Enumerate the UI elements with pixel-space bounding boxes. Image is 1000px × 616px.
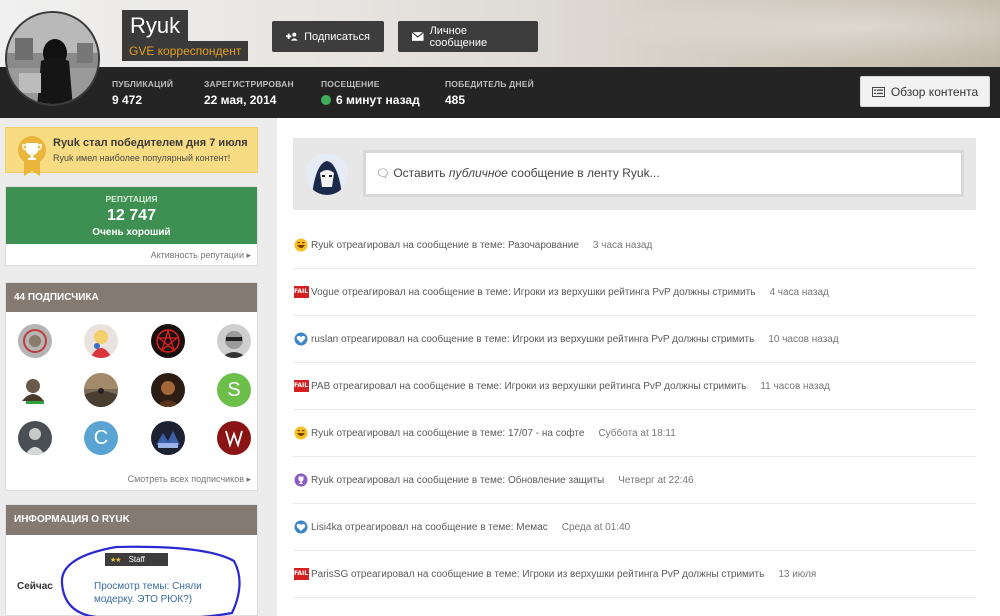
stat-registered: ЗАРЕГИСТРИРОВАН 22 мая, 2014 [204,79,294,107]
reputation-label: РЕПУТАЦИЯ [105,194,158,204]
reputation-card: РЕПУТАЦИЯ 12 747 Очень хороший Активност… [5,186,258,266]
feed-item[interactable]: Ryuk отреагировал на сообщение в теме: Р… [293,222,976,269]
follower-avatar[interactable] [217,421,251,455]
follower-avatar[interactable] [18,324,52,358]
follower-avatar[interactable] [84,373,118,407]
see-all-followers-link[interactable]: Смотреть всех подписчиков ▸ [128,474,251,485]
profile-avatar[interactable] [5,11,100,106]
follower-avatar[interactable] [84,324,118,358]
online-status-icon [321,95,331,105]
reputation-activity-link[interactable]: Активность репутации ▸ [6,244,257,261]
feed-item[interactable]: Lisi4ka отреагировал на сообщение в теме… [293,504,976,551]
feed-time: 13 июля [778,568,817,580]
status-composer: 🗨 Оставить публичное сообщение в ленту R… [293,138,976,210]
trophy-icon [18,136,46,176]
compose-prefix: Оставить [393,166,449,180]
stat-last-visit-value: 6 минут назад [336,93,420,107]
private-message-button[interactable]: Личное сообщение [398,21,538,52]
feed-item[interactable]: FAIL ParisSG отреагировал на сообщение в… [293,551,976,598]
staff-stars: ★★ [110,556,122,564]
followers-card: 44 ПОДПИСЧИКА S C Смотреть всех подписчи… [5,282,258,491]
feed-time: Четверг at 22:46 [618,474,694,486]
stat-last-visit-key: ПОСЕЩЕНИЕ [321,79,380,89]
follower-avatar[interactable] [151,421,185,455]
stat-registered-key: ЗАРЕГИСТРИРОВАН [204,79,294,89]
feed-text: ParisSG отреагировал на сообщение в теме… [311,568,765,580]
stat-posts: ПУБЛИКАЦИЙ 9 472 [112,79,173,107]
feed-text: Ryuk отреагировал на сообщение в теме: 1… [311,427,585,439]
follow-button-label: Подписаться [304,30,370,43]
staff-badge-label: Staff [128,555,145,564]
follower-avatar[interactable] [18,373,52,407]
private-message-label: Личное сообщение [429,24,488,49]
feed-item[interactable]: Ryuk отреагировал на сообщение в теме: О… [293,457,976,504]
stat-last-visit: ПОСЕЩЕНИЕ 6 минут назад [321,79,420,107]
compose-italic: публичное [448,166,508,180]
stat-day-winner-value: 485 [445,93,466,107]
feed-item[interactable]: FAIL Vogue отреагировал на сообщение в т… [293,269,976,316]
followers-title: 44 ПОДПИСЧИКА [6,283,257,312]
like-reaction-icon [293,519,309,535]
profile-rank: GVE корреспондент [122,41,249,61]
fail-reaction-icon: FAIL [293,378,309,394]
feed-text: Ryuk отреагировал на сообщение в теме: Р… [311,239,579,251]
list-icon [871,86,885,97]
activity-stream: 🗨 Оставить публичное сообщение в ленту R… [277,118,1000,616]
reputation-value: 12 747 [107,207,156,224]
follower-avatar[interactable]: S [217,373,251,407]
reputation-description: Очень хороший [92,227,171,238]
now-label: Сейчас [17,581,53,592]
day-winner-title: Ryuk стал победителем дня 7 июля [53,137,248,149]
stat-posts-value: 9 472 [112,93,143,107]
reputation-panel: РЕПУТАЦИЯ 12 747 Очень хороший [6,187,257,244]
trophy-reaction-icon [293,472,309,488]
feed-time: 10 часов назад [768,333,839,345]
feed-time: 3 часа назад [592,239,653,251]
laugh-reaction-icon [293,237,309,253]
day-winner-card: Ryuk стал победителем дня 7 июля Ryuk им… [5,127,258,176]
laugh-reaction-icon [293,425,309,441]
about-card: ИНФОРМАЦИЯ О RYUK ★★ Staff Сейчас Просмо… [5,504,258,616]
feed-time: Среда at 01:40 [561,521,631,533]
follower-avatar[interactable] [217,324,251,358]
user-plus-icon [286,32,298,41]
envelope-icon [412,32,424,41]
compose-suffix: сообщение в ленту Ryuk... [507,166,660,180]
stat-registered-value: 22 мая, 2014 [204,93,277,107]
feed-text: ruslan отреагировал на сообщение в теме:… [311,333,755,345]
feed-item[interactable]: FAIL PAB отреагировал на сообщение в тем… [293,363,976,410]
feed-text: Vogue отреагировал на сообщение в теме: … [311,286,756,298]
follower-avatar[interactable] [151,324,185,358]
comment-icon: 🗨 [376,168,390,180]
feed-text: Lisi4ka отреагировал на сообщение в теме… [311,521,548,533]
stat-day-winner: ПОБЕДИТЕЛЬ ДНЕЙ 485 [445,79,534,107]
feed-item[interactable]: Ryuk отреагировал на сообщение в теме: 1… [293,410,976,457]
follow-button[interactable]: Подписаться [272,21,384,52]
feed-item[interactable]: ruslan отреагировал на сообщение в теме:… [293,316,976,363]
stat-posts-key: ПУБЛИКАЦИЙ [112,79,174,89]
content-overview-label: Обзор контента [890,84,979,99]
about-title: ИНФОРМАЦИЯ О RYUK [6,505,257,535]
fail-reaction-icon: FAIL [293,566,309,582]
profile-name: Ryuk [122,10,189,41]
feed-text: PAB отреагировал на сообщение в теме: Иг… [311,380,747,392]
content-overview-button[interactable]: Обзор контента [860,76,990,107]
fail-reaction-icon: FAIL [293,284,309,300]
follower-avatar[interactable]: C [84,421,118,455]
feed-time: 11 часов назад [760,380,830,392]
like-reaction-icon [293,331,309,347]
staff-badge: ★★ Staff [105,553,168,566]
feed-text: Ryuk отреагировал на сообщение в теме: О… [311,474,605,486]
follower-avatar[interactable] [151,373,185,407]
my-avatar [306,153,348,195]
stat-day-winner-key: ПОБЕДИТЕЛЬ ДНЕЙ [445,79,534,89]
feed-time: 4 часа назад [769,286,829,298]
current-activity-link[interactable]: Просмотр темы: Сняли модерку. ЭТО РЮК?) [94,580,224,606]
follower-avatar[interactable] [18,421,52,455]
public-message-input[interactable]: 🗨 Оставить публичное сообщение в ленту R… [363,150,964,197]
feed-time: Суббота at 18:11 [598,427,676,439]
day-winner-subtitle: Ryuk имел наиболее популярный контент! [53,153,231,163]
